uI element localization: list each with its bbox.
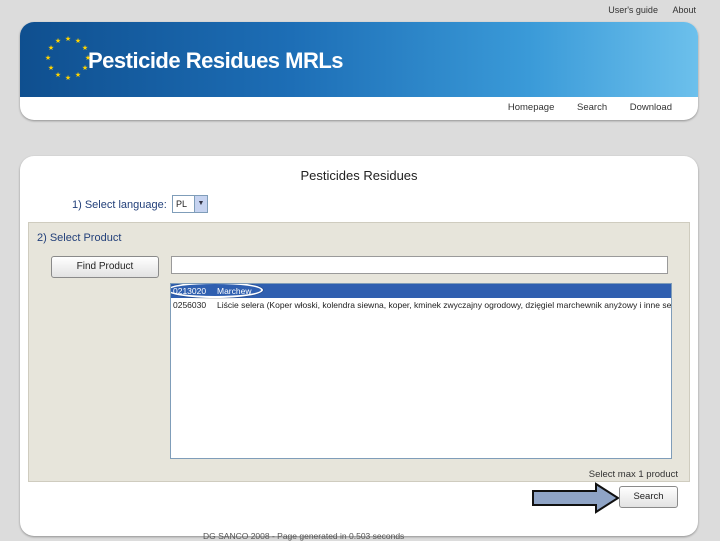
product-search-input[interactable]: [171, 256, 668, 274]
svg-text:★: ★: [55, 71, 61, 79]
main-nav: Homepage Search Download: [488, 102, 672, 113]
svg-text:★: ★: [48, 44, 54, 52]
app-title: Pesticide Residues MRLs: [88, 48, 344, 73]
svg-text:★: ★: [48, 64, 54, 72]
page-title: Pesticides Residues: [300, 168, 418, 183]
users-guide-link[interactable]: User's guide: [608, 5, 658, 15]
find-product-button[interactable]: Find Product: [51, 256, 159, 278]
svg-text:★: ★: [75, 71, 81, 79]
nav-download[interactable]: Download: [630, 102, 672, 113]
svg-text:★: ★: [55, 37, 61, 45]
language-select[interactable]: PL ▼: [172, 195, 208, 213]
search-panel: Pesticides Residues 1) Select language: …: [20, 156, 698, 536]
product-name: Liście selera (Koper włoski, kolendra si…: [217, 300, 672, 310]
product-code: 0256030: [173, 300, 207, 310]
list-item[interactable]: 0256030 Liście selera (Koper włoski, kol…: [171, 298, 671, 312]
svg-text:★: ★: [65, 74, 71, 82]
banner: ★ ★ ★ ★ ★ ★ ★ ★ ★ ★ ★ ★ Pesticide Residues MRLs: [20, 22, 698, 97]
max-product-note: Select max 1 product: [588, 469, 678, 480]
language-label: 1) Select language:: [72, 199, 167, 211]
product-section-label: 2) Select Product: [37, 232, 122, 244]
language-value: PL: [176, 199, 188, 209]
nav-search[interactable]: Search: [577, 102, 607, 113]
svg-text:★: ★: [45, 54, 51, 62]
pointer-arrow-icon: [532, 482, 620, 514]
about-link[interactable]: About: [672, 5, 696, 15]
nav-homepage[interactable]: Homepage: [508, 102, 554, 113]
product-section: 2) Select Product Find Product 0213020 M…: [28, 222, 690, 482]
header: ★ ★ ★ ★ ★ ★ ★ ★ ★ ★ ★ ★ Pesticide Residues MRLs …: [20, 22, 698, 120]
svg-text:★: ★: [75, 37, 81, 45]
list-item[interactable]: 0213020 Marchew: [171, 284, 671, 298]
product-listbox[interactable]: 0213020 Marchew 0256030 Liście selera (K…: [170, 283, 672, 459]
svg-text:★: ★: [65, 35, 71, 43]
top-links: User's guide About: [596, 5, 696, 15]
eu-stars-logo: ★ ★★ ★★★ ★★★ ★★★: [45, 35, 91, 82]
search-button[interactable]: Search: [619, 486, 678, 508]
chevron-down-icon[interactable]: ▼: [194, 196, 207, 212]
